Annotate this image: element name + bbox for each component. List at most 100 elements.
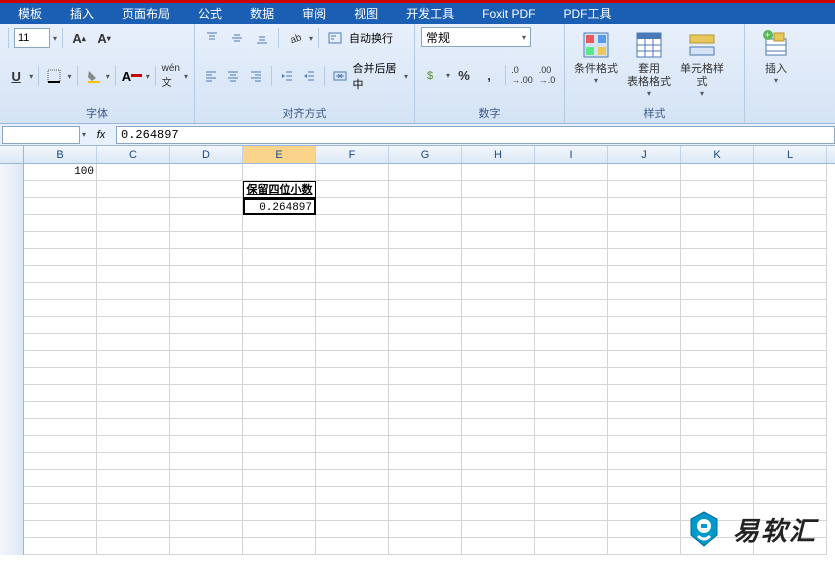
cell[interactable] — [535, 385, 608, 402]
cell[interactable] — [608, 198, 681, 215]
cell[interactable] — [97, 487, 170, 504]
cell[interactable] — [608, 232, 681, 249]
cell[interactable] — [389, 249, 462, 266]
cell[interactable] — [389, 436, 462, 453]
cell[interactable] — [462, 470, 535, 487]
cell[interactable] — [243, 351, 316, 368]
cell[interactable] — [97, 198, 170, 215]
cell[interactable] — [389, 215, 462, 232]
cell[interactable] — [170, 470, 243, 487]
phonetic-button[interactable]: wén文 — [161, 65, 181, 87]
cell[interactable] — [462, 317, 535, 334]
cell[interactable] — [316, 453, 389, 470]
cell[interactable] — [462, 164, 535, 181]
cell[interactable] — [97, 453, 170, 470]
cell[interactable] — [389, 487, 462, 504]
font-color-dropdown-icon[interactable]: ▾ — [146, 72, 150, 81]
col-header-l[interactable]: L — [754, 146, 827, 163]
cell[interactable] — [170, 300, 243, 317]
select-all-corner[interactable] — [0, 146, 24, 163]
cell[interactable] — [681, 351, 754, 368]
cell[interactable] — [535, 402, 608, 419]
cell[interactable] — [608, 283, 681, 300]
cell[interactable] — [462, 351, 535, 368]
name-box[interactable] — [2, 126, 80, 144]
cell[interactable] — [316, 232, 389, 249]
currency-button[interactable]: $ — [421, 64, 443, 86]
cell[interactable] — [24, 351, 97, 368]
cell[interactable] — [243, 436, 316, 453]
cell[interactable] — [535, 453, 608, 470]
cell[interactable] — [316, 266, 389, 283]
cell[interactable] — [462, 181, 535, 198]
cell[interactable] — [462, 385, 535, 402]
cells-area[interactable]: 100保留四位小数0.264897 — [24, 164, 835, 555]
menu-review[interactable]: 审阅 — [288, 5, 340, 22]
fill-color-button[interactable] — [82, 65, 102, 87]
merge-button[interactable] — [330, 65, 350, 87]
cell[interactable] — [681, 453, 754, 470]
cell[interactable] — [97, 164, 170, 181]
cell[interactable] — [97, 351, 170, 368]
cell[interactable] — [754, 249, 827, 266]
cell[interactable] — [535, 317, 608, 334]
cell[interactable] — [316, 385, 389, 402]
cell[interactable] — [316, 419, 389, 436]
cell[interactable] — [535, 283, 608, 300]
col-header-c[interactable]: C — [97, 146, 170, 163]
cell[interactable] — [389, 164, 462, 181]
cell[interactable] — [535, 198, 608, 215]
cell[interactable] — [24, 283, 97, 300]
cell[interactable] — [243, 504, 316, 521]
cell[interactable] — [24, 266, 97, 283]
cell[interactable] — [462, 215, 535, 232]
comma-button[interactable]: , — [478, 64, 500, 86]
cell[interactable] — [681, 470, 754, 487]
cell[interactable] — [97, 470, 170, 487]
cell[interactable] — [316, 283, 389, 300]
orientation-button[interactable]: ab — [284, 27, 306, 49]
cell[interactable] — [97, 266, 170, 283]
align-center-button[interactable] — [224, 65, 244, 87]
decrease-decimal-button[interactable]: .00→.0 — [536, 64, 558, 86]
cell[interactable] — [754, 181, 827, 198]
cell[interactable] — [389, 334, 462, 351]
cell[interactable] — [243, 249, 316, 266]
table-format-button[interactable]: 套用 表格格式 ▾ — [624, 27, 674, 100]
cell[interactable] — [24, 368, 97, 385]
cell[interactable] — [316, 470, 389, 487]
cell[interactable] — [316, 164, 389, 181]
cell[interactable] — [97, 181, 170, 198]
cell[interactable] — [316, 436, 389, 453]
cell[interactable] — [754, 368, 827, 385]
cell[interactable] — [316, 521, 389, 538]
cell[interactable] — [389, 368, 462, 385]
fx-button[interactable]: fx — [92, 126, 110, 144]
cell[interactable] — [316, 249, 389, 266]
cell[interactable] — [316, 487, 389, 504]
cell[interactable] — [243, 368, 316, 385]
cell[interactable] — [24, 436, 97, 453]
cell[interactable] — [608, 385, 681, 402]
cell[interactable] — [243, 164, 316, 181]
cell[interactable] — [608, 436, 681, 453]
menu-insert[interactable]: 插入 — [56, 5, 108, 22]
cell[interactable] — [389, 300, 462, 317]
cell[interactable] — [535, 249, 608, 266]
cell[interactable] — [754, 419, 827, 436]
cell[interactable] — [462, 283, 535, 300]
cell[interactable] — [535, 504, 608, 521]
cell[interactable] — [389, 181, 462, 198]
cell[interactable] — [754, 402, 827, 419]
align-left-button[interactable] — [201, 65, 221, 87]
cell[interactable] — [389, 351, 462, 368]
cell[interactable] — [24, 181, 97, 198]
merge-dropdown-icon[interactable]: ▾ — [404, 72, 408, 81]
cell[interactable] — [608, 181, 681, 198]
cell[interactable] — [389, 538, 462, 555]
cell[interactable] — [170, 538, 243, 555]
cell[interactable] — [754, 453, 827, 470]
cell[interactable] — [389, 504, 462, 521]
cell[interactable] — [462, 334, 535, 351]
cell[interactable] — [754, 215, 827, 232]
